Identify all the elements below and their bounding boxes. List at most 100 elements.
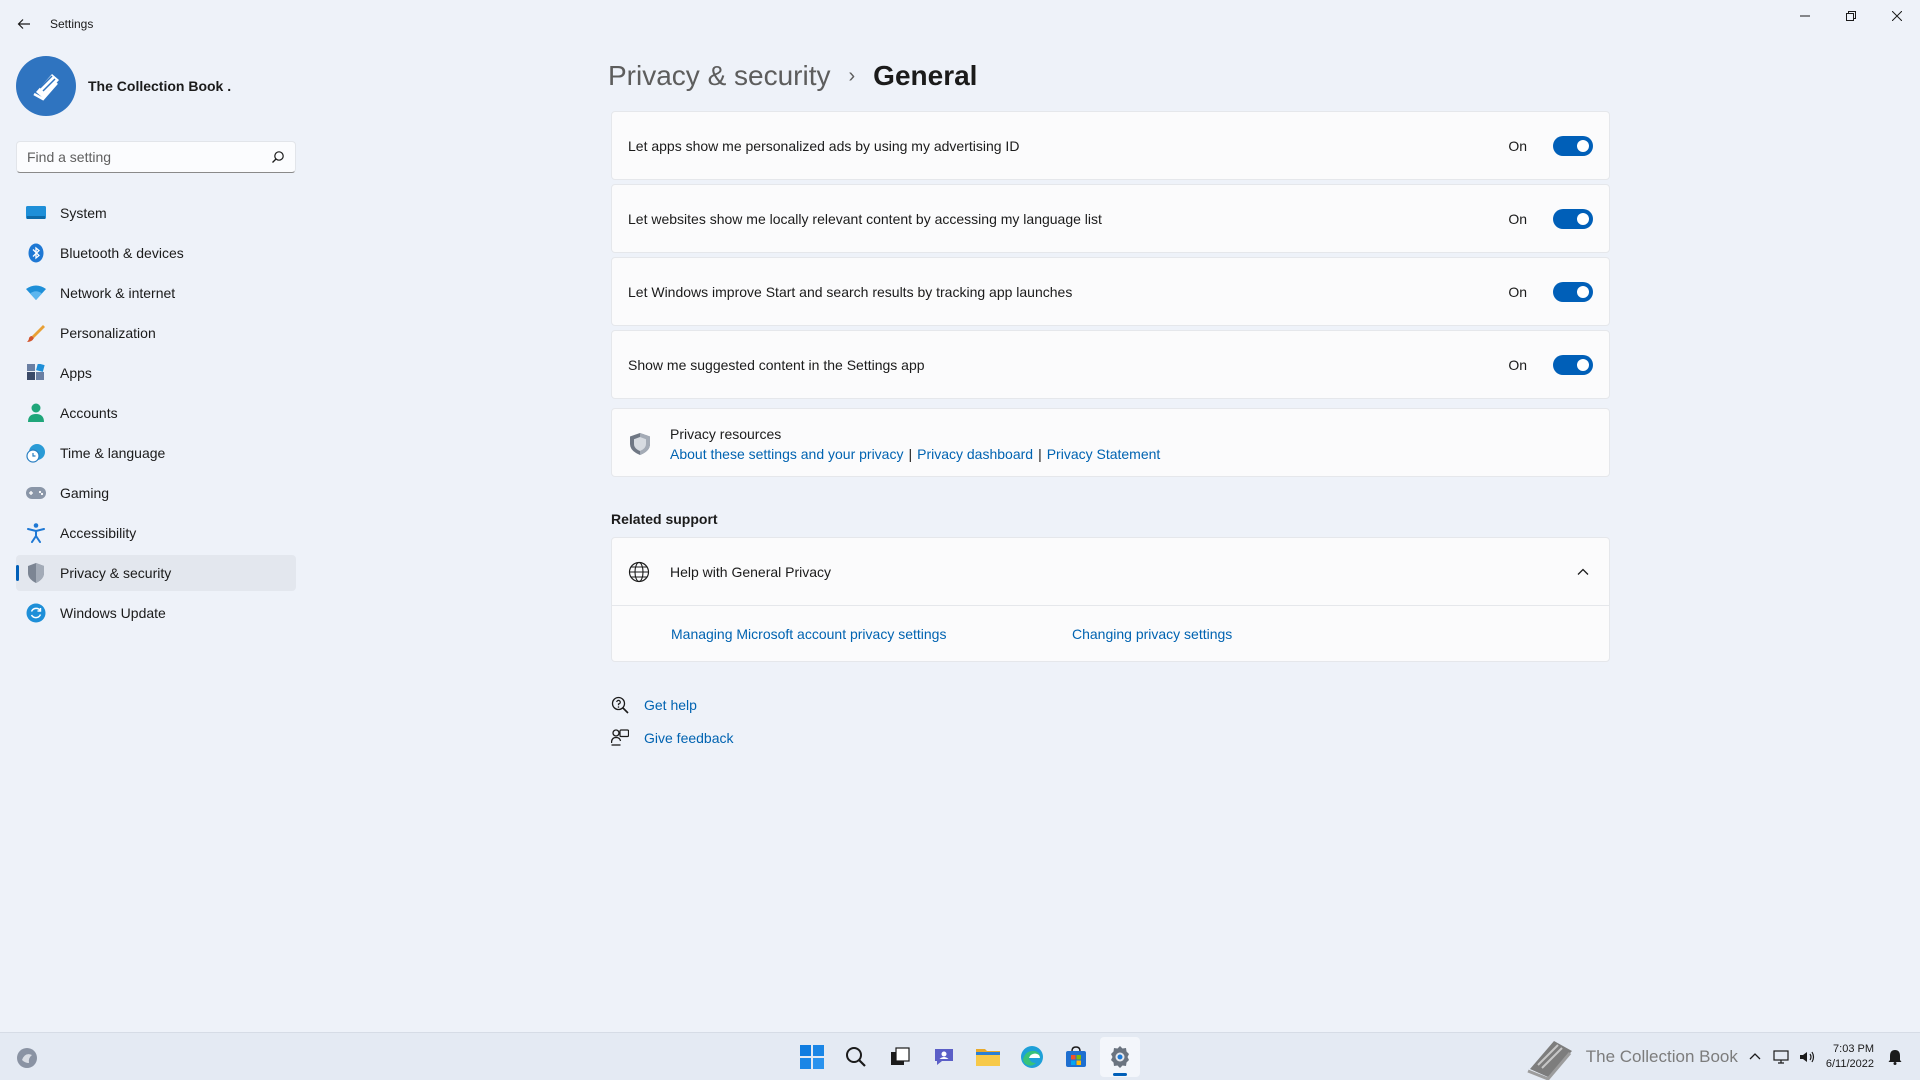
- sidebar-item-bluetooth[interactable]: Bluetooth & devices: [16, 235, 296, 271]
- file-explorer-button[interactable]: [968, 1037, 1008, 1077]
- volume-icon[interactable]: [1799, 1049, 1815, 1065]
- clock[interactable]: 7:03 PM 6/11/2022: [1826, 1042, 1874, 1072]
- privacy-statement-link[interactable]: Privacy Statement: [1047, 446, 1161, 462]
- taskbar-search-button[interactable]: [836, 1037, 876, 1077]
- wifi-icon: [26, 283, 46, 303]
- sidebar-item-network[interactable]: Network & internet: [16, 275, 296, 311]
- sidebar-item-label: Accessibility: [60, 525, 137, 541]
- book-logo-icon: [1527, 1041, 1572, 1080]
- toggle-state: On: [1508, 137, 1527, 154]
- setting-label: Show me suggested content in the Setting…: [628, 356, 925, 373]
- back-button[interactable]: [12, 12, 36, 36]
- person-icon: [26, 403, 46, 423]
- sidebar-item-label: Personalization: [60, 325, 156, 341]
- task-view-icon: [891, 1047, 910, 1065]
- edge-button[interactable]: [1012, 1037, 1052, 1077]
- sidebar-item-label: Gaming: [60, 485, 110, 501]
- title-bar: Settings: [0, 0, 1920, 48]
- clock-time: 7:03 PM: [1833, 1043, 1874, 1055]
- profile-name: The Collection Book .: [88, 78, 232, 94]
- watermark-text: The Collection Book: [1585, 1047, 1738, 1066]
- chevron-up-icon[interactable]: [1573, 562, 1593, 582]
- sidebar-item-accessibility[interactable]: Accessibility: [16, 515, 296, 551]
- minimize-button[interactable]: [1782, 0, 1828, 32]
- taskbar: The Collection Book 7:03 PM 6/11/2022: [0, 1032, 1920, 1080]
- resources-title: Privacy resources: [670, 426, 782, 442]
- breadcrumb-parent[interactable]: Privacy & security: [608, 60, 831, 92]
- user-profile[interactable]: The Collection Book .: [16, 56, 231, 116]
- task-view-button[interactable]: [880, 1037, 920, 1077]
- sidebar-item-label: Bluetooth & devices: [60, 245, 184, 261]
- book-icon: [33, 74, 59, 101]
- taskbar-apps: [790, 1037, 1142, 1077]
- network-icon[interactable]: [1773, 1049, 1789, 1065]
- sidebar-item-time-language[interactable]: Time & language: [16, 435, 296, 471]
- sidebar-item-gaming[interactable]: Gaming: [16, 475, 296, 511]
- start-button[interactable]: [792, 1037, 832, 1077]
- shield-icon: [26, 563, 46, 583]
- setting-label: Let apps show me personalized ads by usi…: [628, 137, 1020, 154]
- settings-icon: [1111, 1046, 1129, 1068]
- gamepad-icon: [26, 483, 46, 503]
- globe-icon: [628, 561, 650, 583]
- restore-icon: [1846, 11, 1856, 21]
- get-help-row[interactable]: Get help: [611, 696, 697, 714]
- app-launch-tracking-toggle[interactable]: [1553, 281, 1593, 302]
- sidebar-item-label: Time & language: [60, 445, 166, 461]
- search-icon[interactable]: [271, 150, 285, 164]
- setting-language-list: Let websites show me locally relevant co…: [611, 184, 1610, 253]
- advertising-id-toggle[interactable]: [1553, 135, 1593, 156]
- settings-app-button[interactable]: [1100, 1037, 1140, 1077]
- start-icon: [800, 1045, 824, 1069]
- get-help-link[interactable]: Get help: [644, 697, 697, 713]
- sidebar-item-personalization[interactable]: Personalization: [16, 315, 296, 351]
- suggested-content-toggle[interactable]: [1553, 354, 1593, 375]
- sidebar-item-accounts[interactable]: Accounts: [16, 395, 296, 431]
- toggle-knob: [1577, 285, 1589, 298]
- feedback-icon: [611, 729, 629, 746]
- search-input[interactable]: [27, 142, 257, 172]
- help-general-privacy-header[interactable]: Help with General Privacy: [612, 538, 1609, 606]
- search-box: [16, 141, 296, 173]
- language-list-toggle[interactable]: [1553, 208, 1593, 229]
- sidebar-item-windows-update[interactable]: Windows Update: [16, 595, 296, 631]
- toggle-knob: [1577, 139, 1589, 152]
- sidebar-item-label: Accounts: [60, 405, 118, 421]
- notification-icon[interactable]: [1887, 1049, 1903, 1065]
- update-icon: [26, 603, 46, 623]
- sidebar-item-apps[interactable]: Apps: [16, 355, 296, 391]
- help-icon: [611, 696, 629, 714]
- managing-account-privacy-link[interactable]: Managing Microsoft account privacy setti…: [671, 626, 946, 642]
- give-feedback-link[interactable]: Give feedback: [644, 730, 734, 746]
- sidebar-item-label: Windows Update: [60, 605, 166, 621]
- globe-clock-icon: [26, 443, 46, 463]
- sidebar-item-privacy-security[interactable]: Privacy & security: [16, 555, 296, 591]
- help-title: Help with General Privacy: [670, 564, 832, 580]
- restore-button[interactable]: [1828, 0, 1874, 32]
- related-support-heading: Related support: [611, 511, 718, 527]
- chat-icon: [935, 1049, 953, 1065]
- privacy-dashboard-link[interactable]: Privacy dashboard: [917, 446, 1033, 462]
- apps-icon: [26, 363, 46, 383]
- shield-icon: [630, 433, 650, 455]
- close-button[interactable]: [1874, 0, 1920, 32]
- give-feedback-row[interactable]: Give feedback: [611, 729, 734, 747]
- store-button[interactable]: [1056, 1037, 1096, 1077]
- chat-button[interactable]: [924, 1037, 964, 1077]
- setting-label: Let websites show me locally relevant co…: [628, 210, 1102, 227]
- resources-links: About these settings and your privacy | …: [670, 446, 1160, 462]
- back-arrow-icon: [17, 19, 30, 29]
- file-explorer-icon: [976, 1049, 1000, 1066]
- chevron-up-icon[interactable]: [1747, 1049, 1763, 1065]
- changing-privacy-settings-link[interactable]: Changing privacy settings: [1072, 626, 1232, 642]
- setting-label: Let Windows improve Start and search res…: [628, 283, 1073, 300]
- widgets-icon[interactable]: [16, 1047, 38, 1069]
- window-controls: [1782, 0, 1920, 32]
- toggle-knob: [1577, 212, 1589, 225]
- toggle-state: On: [1508, 356, 1527, 373]
- sidebar-item-label: System: [60, 205, 107, 221]
- sidebar-item-system[interactable]: System: [16, 195, 296, 231]
- accessibility-icon: [26, 523, 46, 543]
- minimize-icon: [1800, 15, 1810, 17]
- about-settings-link[interactable]: About these settings and your privacy: [670, 446, 903, 462]
